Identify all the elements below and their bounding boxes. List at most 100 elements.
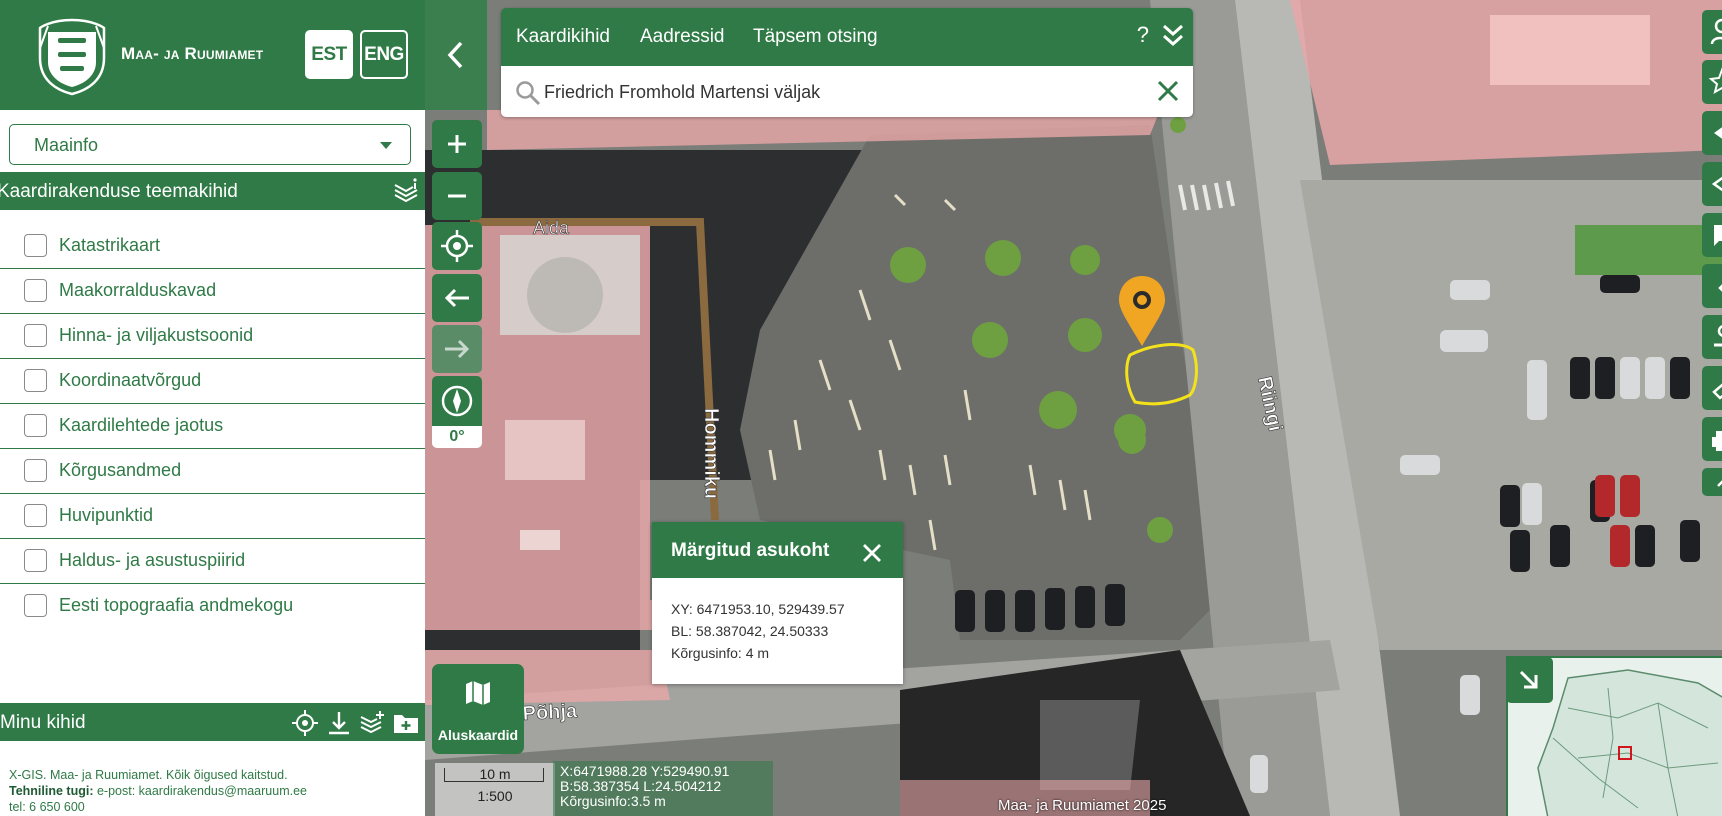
brand-header: Maa- ja Ruumiamet EST ENG [0,0,425,110]
chevron-double-down-icon[interactable] [1161,22,1185,50]
arrow-right-icon [445,339,470,359]
right-tool-comment[interactable] [1702,213,1722,257]
layer-row[interactable]: Kaardilehtede jaotus [0,404,425,449]
basemap-label: Aluskaardid [437,727,519,743]
user-icon [1710,18,1722,45]
popup-header: Märgitud asukoht [652,522,903,578]
layer-row[interactable]: Maakorralduskavad [0,269,425,314]
right-tool-draw[interactable] [1702,162,1722,206]
map-label-hommiku: Hommiku [700,408,722,499]
layer-label: Maakorralduskavad [59,280,217,300]
close-icon[interactable] [861,542,883,564]
close-icon[interactable] [1155,78,1181,104]
theme-layers-header: Kaardirakenduse teemakihid [0,172,425,210]
coat-of-arms-logo [38,18,106,96]
right-tool-favorites[interactable] [1702,60,1722,104]
layer-label: Huvipunktid [59,505,154,525]
my-layers-title: Minu kihid [0,712,86,733]
layer-row[interactable]: Koordinaatvõrgud [0,359,425,404]
right-tool-user[interactable] [1702,10,1722,54]
layer-label: Koordinaatvõrgud [59,370,202,390]
overview-toggle-button[interactable] [1506,657,1553,703]
layer-row[interactable]: Kõrgusandmed [0,449,425,494]
chevron-up-icon [1717,480,1722,487]
stamp-icon [1714,325,1722,347]
layers-info-icon[interactable] [391,176,421,206]
add-layer-icon[interactable] [358,709,386,737]
footer-support-email[interactable]: e-post: kaardirakendus@maaruum.ee [97,784,307,798]
zoom-out-button[interactable] [432,172,482,220]
layer-checkbox[interactable] [24,324,47,347]
arrow-left-icon [444,288,469,308]
right-tool-stamp[interactable] [1702,315,1722,359]
tab-aadressid[interactable]: Aadressid [640,26,725,48]
layer-label: Kõrgusandmed [59,460,182,480]
minus-icon [448,194,466,198]
plus-icon [448,135,466,153]
caret-down-icon [380,142,392,149]
layer-label: Kaardilehtede jaotus [59,415,224,435]
chevron-left-icon [447,41,463,69]
search-input[interactable] [544,75,1144,109]
layer-row[interactable]: Hinna- ja viljakustsoonid [0,314,425,359]
popup-body: XY: 6471953.10, 529439.57 BL: 58.387042,… [652,578,903,664]
theme-layers-title: Kaardirakenduse teemakihid [0,181,238,202]
eraser-icon [1712,383,1722,400]
map-copyright: Maa- ja Ruumiamet 2025 [998,797,1167,814]
add-folder-icon[interactable] [392,709,420,737]
layer-checkbox[interactable] [24,414,47,437]
basemap-button[interactable]: Aluskaardid [432,664,524,754]
download-icon[interactable] [325,709,353,737]
layer-checkbox[interactable] [24,279,47,302]
history-forward-button[interactable] [432,325,482,373]
map-label-aida: Aida [533,218,570,238]
tab-tapsem-otsing[interactable]: Täpsem otsing [753,26,878,48]
right-tool-print[interactable] [1702,417,1722,461]
right-tool-measure[interactable] [1702,111,1722,155]
right-tool-erase[interactable] [1702,366,1722,410]
scale-indicator: 10 m 1:500 [435,763,555,816]
map-icon [466,681,490,705]
layer-label: Eesti topograafia andmekogu [59,595,294,615]
layer-checkbox[interactable] [24,459,47,482]
print-icon [1712,431,1722,451]
cursor-coordinates: X:6471988.28 Y:529490.91 B:58.387354 L:2… [553,761,773,816]
crosshair-icon [441,230,473,262]
layer-checkbox[interactable] [24,504,47,527]
compass-button[interactable]: 0° [432,376,482,448]
chevron-left-icon [1718,284,1722,292]
measure-icon [1714,127,1722,139]
tab-kaardikihid[interactable]: Kaardikihid [516,26,610,48]
right-tool-chevron[interactable] [1702,264,1722,308]
rotation-value: 0° [432,426,482,448]
layer-checkbox[interactable] [24,369,47,392]
layer-checkbox[interactable] [24,234,47,257]
layer-row[interactable]: Eesti topograafia andmekogu [0,584,425,629]
map-select-dropdown[interactable]: Maainfo [9,124,411,165]
locate-layer-icon[interactable] [291,709,319,737]
popup-bl: BL: 58.387042, 24.50333 [671,623,829,639]
history-back-button[interactable] [432,274,482,322]
marked-location-popup: Märgitud asukoht XY: 6471953.10, 529439.… [652,522,903,684]
layer-row[interactable]: Katastrikaart [0,224,425,269]
layer-checkbox[interactable] [24,549,47,572]
locate-me-button[interactable] [432,222,482,270]
help-button[interactable]: ? [1137,22,1149,48]
right-tool-collapse[interactable] [1702,468,1722,496]
collapse-panel-button[interactable] [425,0,487,110]
lang-eng-button[interactable]: ENG [360,30,408,79]
zoom-in-button[interactable] [432,120,482,168]
lang-est-button[interactable]: EST [305,30,353,79]
layer-row[interactable]: Haldus- ja asustuspiirid [0,539,425,584]
cursor-bl: B:58.387354 L:24.504212 [560,778,722,794]
layer-label: Hinna- ja viljakustsoonid [59,325,254,345]
popup-height: Kõrgusinfo: 4 m [671,645,770,661]
layer-checkbox[interactable] [24,594,47,617]
footer-phone: tel: 6 650 600 [9,800,85,814]
scale-ratio: 1:500 [477,788,513,804]
popup-xy: XY: 6471953.10, 529439.57 [671,601,845,617]
theme-layer-list: Katastrikaart Maakorralduskavad Hinna- j… [0,224,425,629]
draw-icon [1711,176,1722,192]
layer-row[interactable]: Huvipunktid [0,494,425,539]
cursor-xy: X:6471988.28 Y:529490.91 [560,763,730,779]
